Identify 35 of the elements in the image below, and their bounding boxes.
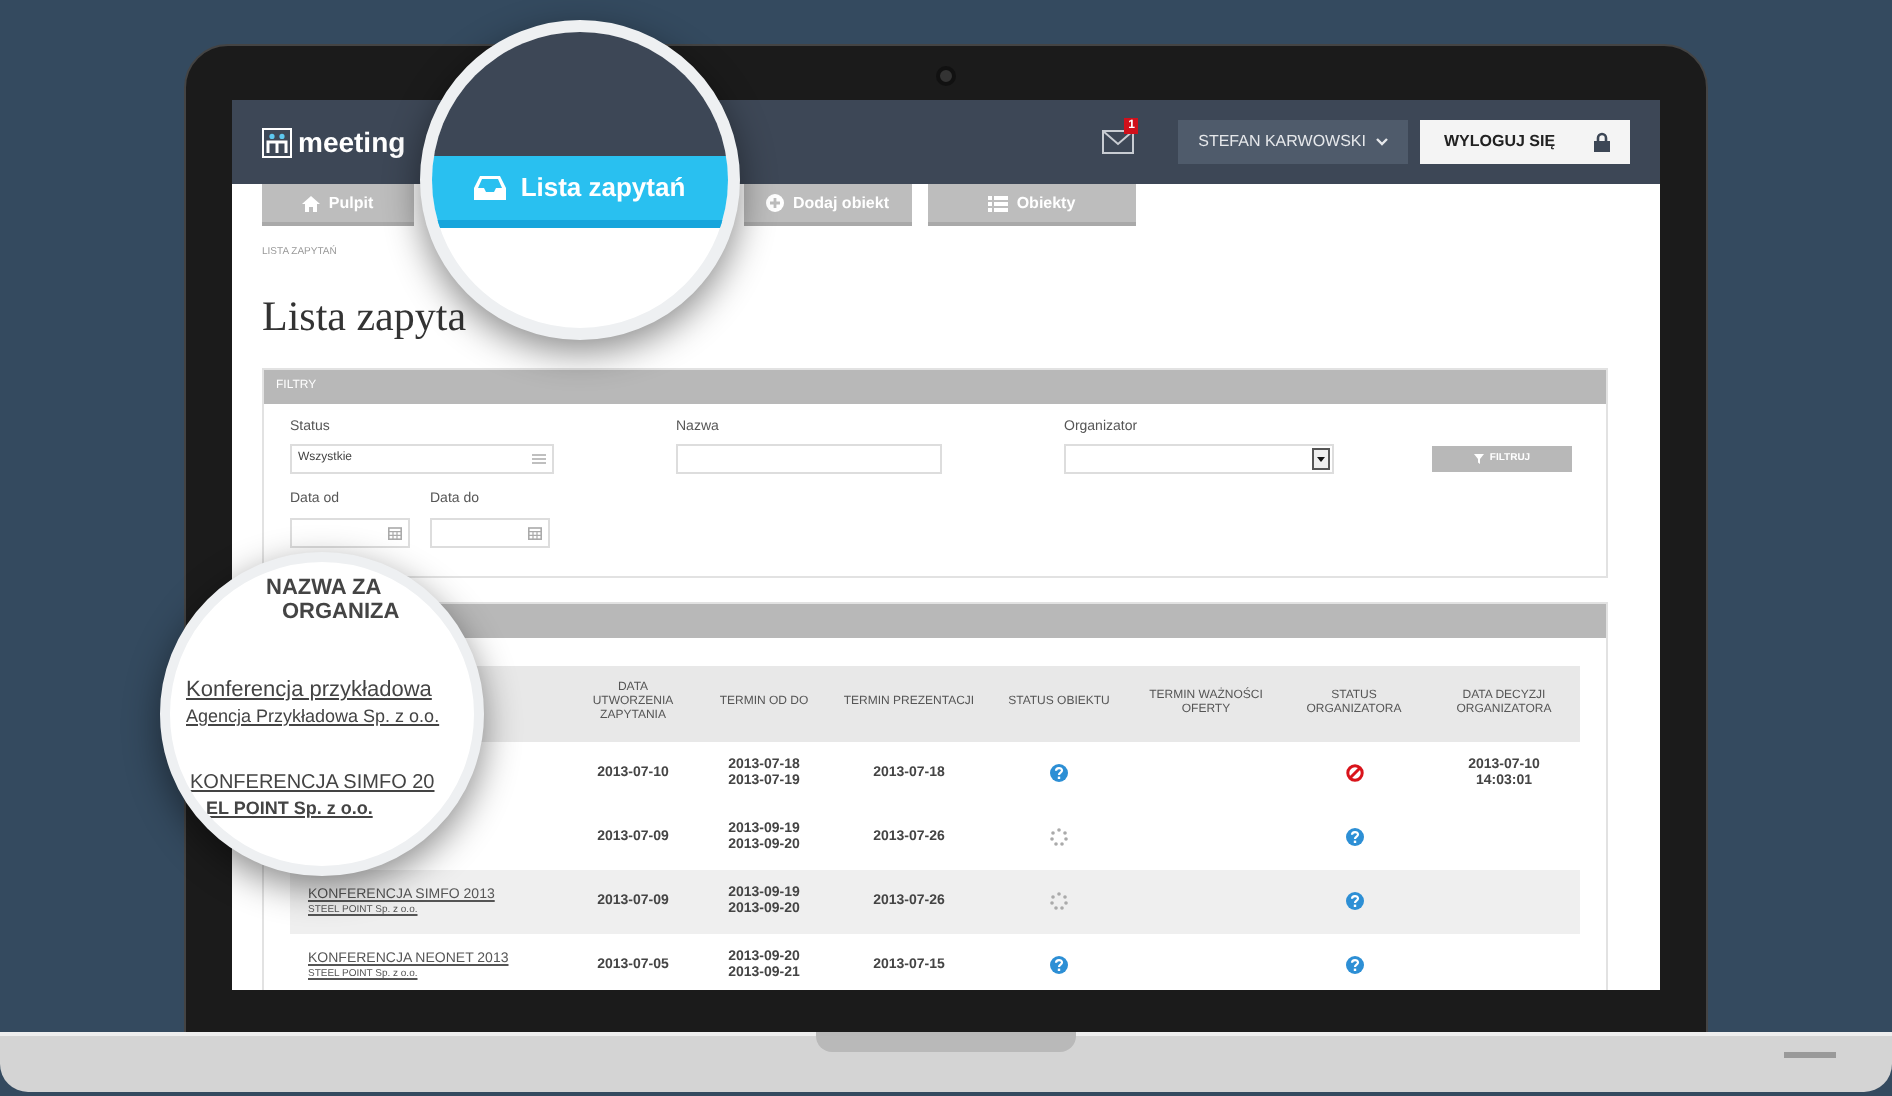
question-icon	[1050, 764, 1068, 782]
lock-icon	[1594, 132, 1610, 152]
dropdown-field[interactable]	[1064, 444, 1334, 474]
question-icon	[1345, 956, 1363, 974]
input-field[interactable]	[676, 444, 942, 474]
column-header: NAZWA ZA	[266, 576, 382, 600]
list-icon	[988, 195, 1009, 211]
home-icon	[302, 195, 321, 211]
date-field[interactable]	[430, 517, 550, 547]
envelope-icon	[1102, 130, 1135, 154]
request-link[interactable]: Konferencja przykładowa	[186, 678, 432, 704]
inbox-icon	[474, 176, 507, 200]
logo-text: meeting	[298, 128, 406, 156]
spinner-icon	[1050, 828, 1068, 846]
laptop-slot	[1784, 1052, 1836, 1058]
menu-icon	[532, 454, 546, 464]
organizer-link[interactable]: EL POINT Sp. z o.o.	[206, 798, 373, 820]
user-menu-button[interactable]: STEFAN KARWOWSKI	[1178, 120, 1408, 164]
plus-circle-icon	[766, 194, 785, 212]
logout-button[interactable]: WYLOGUJ SIĘ	[1420, 120, 1630, 164]
question-icon	[1345, 828, 1363, 846]
forbidden-icon	[1345, 764, 1363, 782]
request-link[interactable]: KONFERENCJA SIMFO 20	[190, 770, 435, 796]
date-field[interactable]	[290, 517, 410, 547]
calendar-icon	[528, 525, 542, 539]
page-heading: Lista zapyta	[262, 295, 469, 337]
column-header: ORGANIZA	[282, 600, 400, 624]
logo-icon	[262, 127, 292, 157]
question-icon	[1345, 892, 1363, 910]
question-icon	[1050, 956, 1068, 974]
funnel-icon	[1473, 454, 1484, 464]
chevron-down-icon	[1376, 138, 1388, 146]
calendar-icon	[388, 525, 402, 539]
organizer-link[interactable]: Agencja Przykładowa Sp. z o.o.	[186, 706, 440, 728]
spinner-icon	[1050, 892, 1068, 910]
